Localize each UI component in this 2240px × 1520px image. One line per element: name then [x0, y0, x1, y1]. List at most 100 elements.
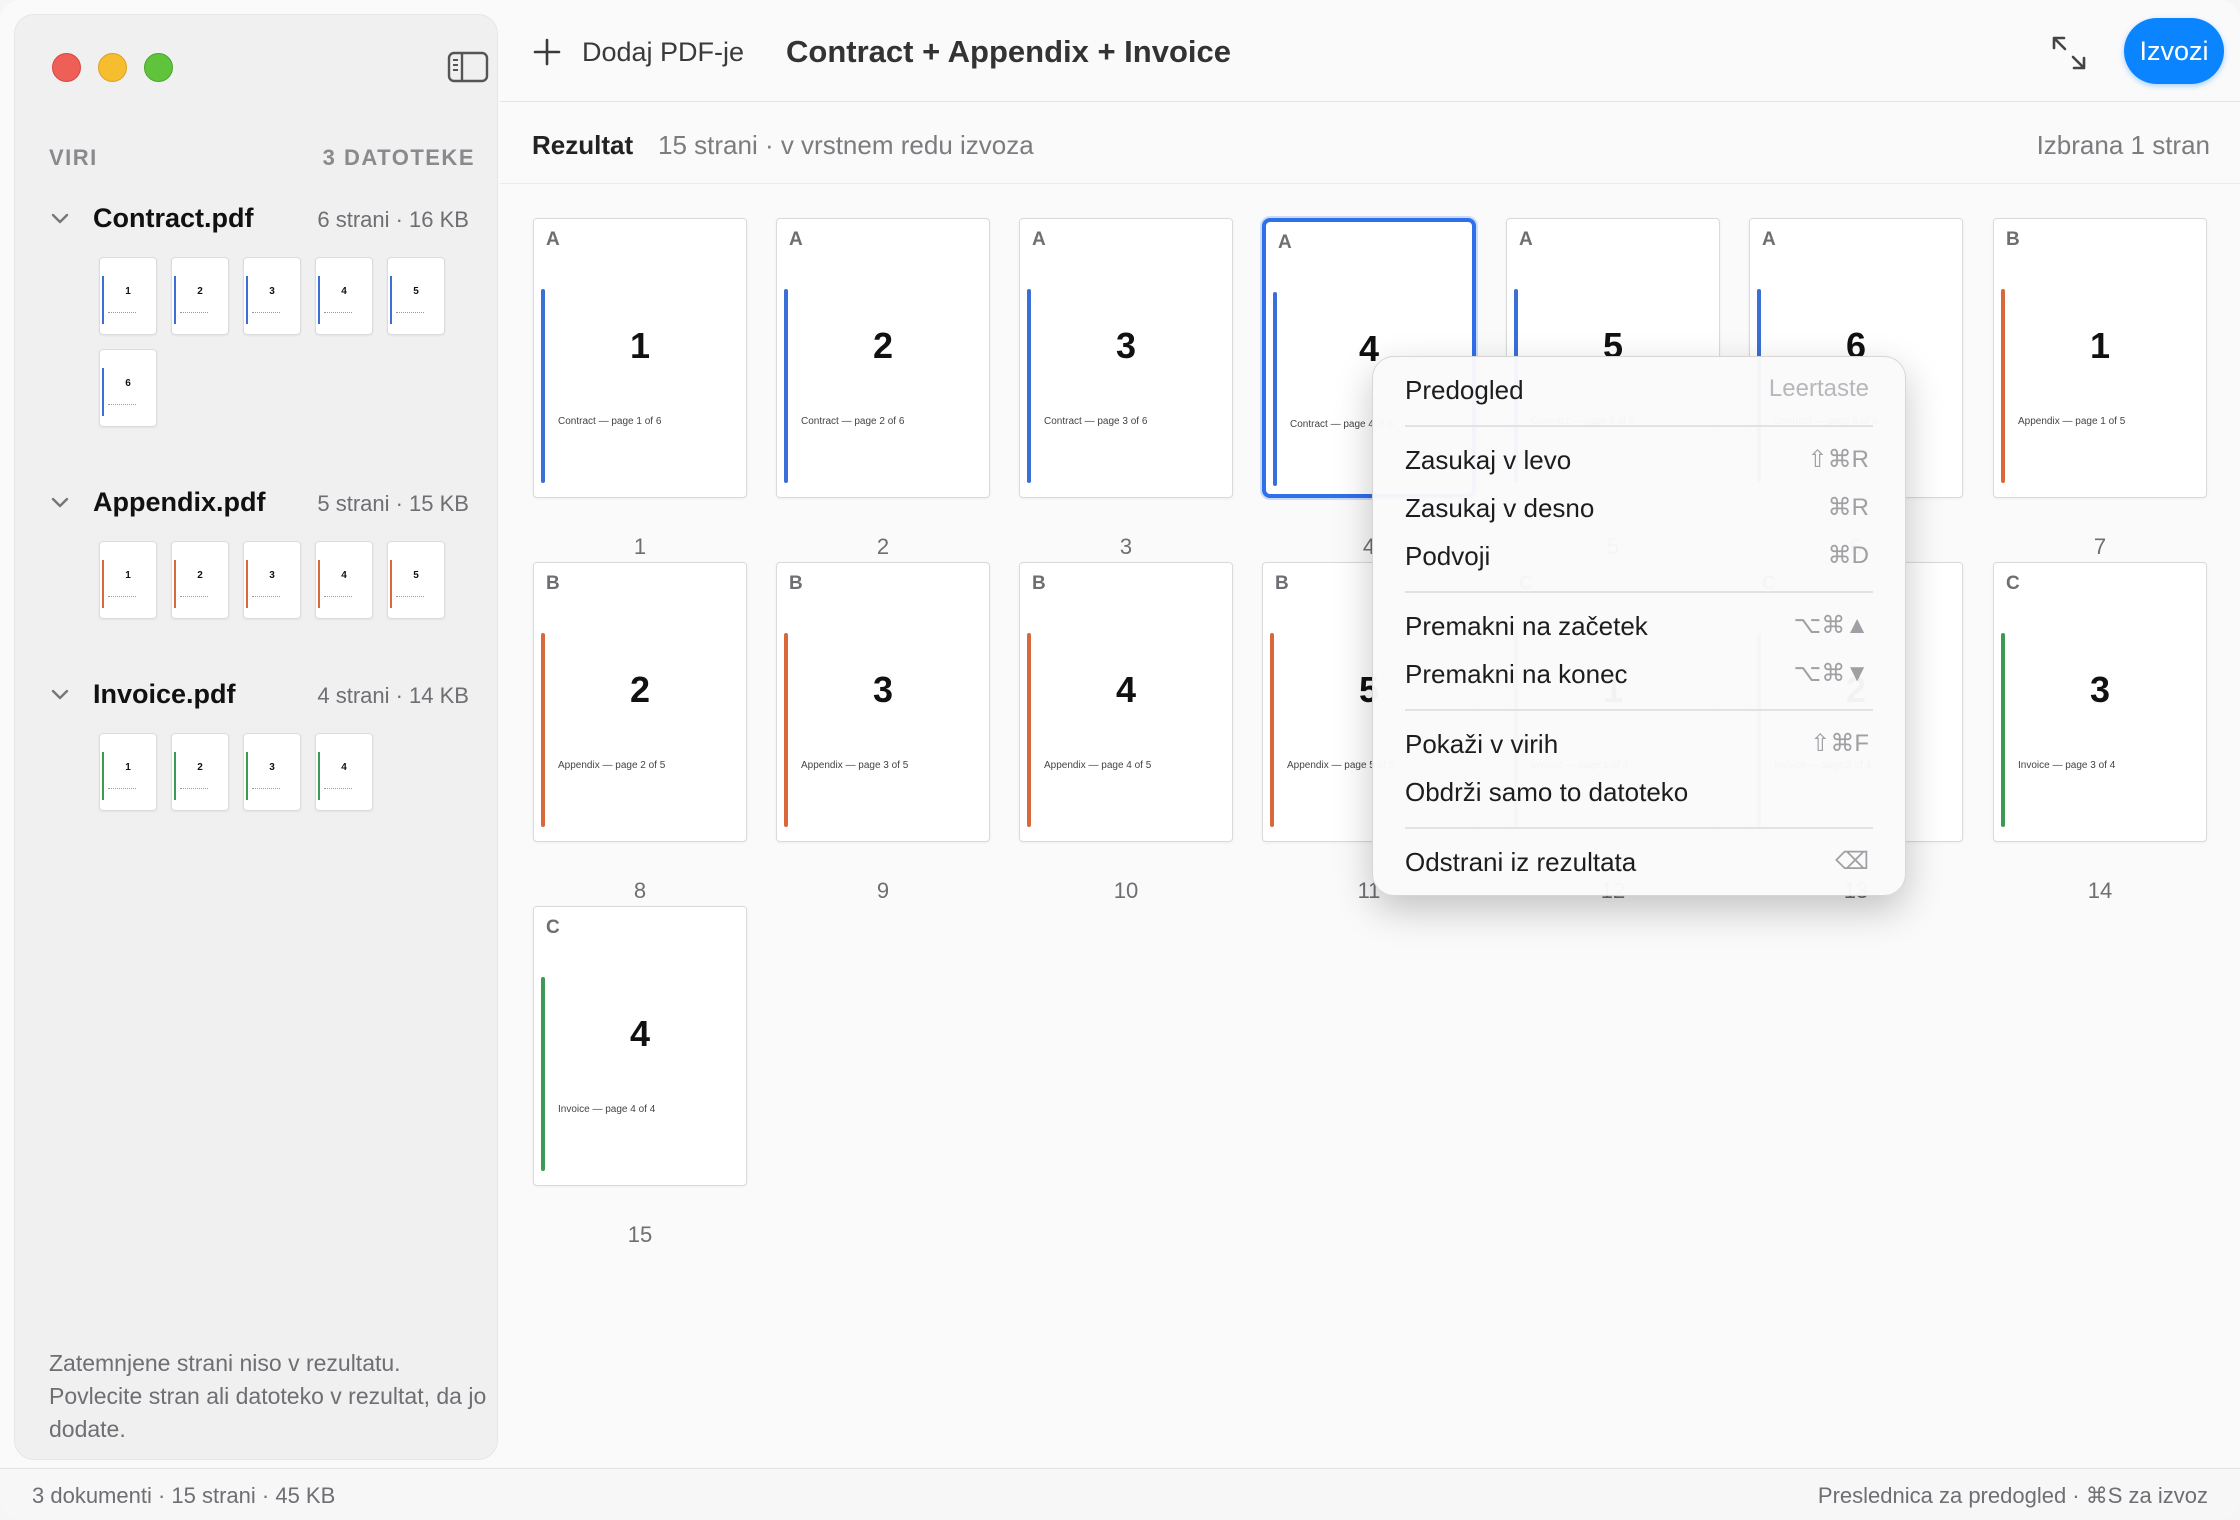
thumbnail-page-number: 4: [341, 762, 347, 773]
source-contract[interactable]: Contract.pdf 6 strani · 16 KB: [49, 199, 469, 239]
plus-icon: [533, 38, 561, 66]
source-color-bar: [102, 368, 104, 416]
add-pdfs-label: Dodaj PDF-je: [582, 36, 745, 67]
expand-icon[interactable]: [2050, 34, 2088, 72]
source-page-thumbnail[interactable]: 1: [99, 257, 157, 335]
result-header: Rezultat 15 strani · v vrstnem redu izvo…: [500, 104, 2240, 184]
menu-item-rotate-right[interactable]: Zasukaj v desno ⌘R: [1405, 489, 1869, 529]
source-page-thumbnail[interactable]: 3: [243, 257, 301, 335]
sidebar-hint: Zatemnjene strani niso v rezultatu. Povl…: [49, 1350, 487, 1442]
result-title: Rezultat: [532, 130, 634, 160]
menu-item-preview[interactable]: Predogled Leertaste: [1405, 371, 1869, 411]
sidebar-toggle-icon[interactable]: [447, 51, 489, 83]
shortcut: ⌥⌘▲: [1793, 612, 1869, 639]
source-color-bar: [1270, 633, 1274, 827]
sidebar: VIRI 3 DATOTEKE Contract.pdf 6 strani · …: [14, 14, 498, 1460]
source-page-thumbnail[interactable]: 3: [243, 541, 301, 619]
menu-item-rotate-left[interactable]: Zasukaj v levo ⇧⌘R: [1405, 441, 1869, 481]
source-page-thumbnail[interactable]: 1: [99, 541, 157, 619]
thumbnail-text-line: [324, 596, 352, 597]
minimize-window-button[interactable]: [98, 53, 127, 82]
result-page[interactable]: B 1 Appendix — page 1 of 5: [1993, 218, 2207, 498]
chevron-down-icon[interactable]: [49, 683, 71, 705]
shortcut: ⌘D: [1827, 542, 1869, 569]
source-appendix[interactable]: Appendix.pdf 5 strani · 15 KB: [49, 483, 469, 523]
menu-separator: [1405, 591, 1873, 593]
page-caption: Appendix — page 1 of 5: [2018, 416, 2126, 427]
sources-count: 3 DATOTEKE: [322, 145, 475, 170]
close-window-button[interactable]: [52, 53, 81, 82]
result-page[interactable]: A 2 Contract — page 2 of 6: [776, 218, 990, 498]
source-page-thumbnail[interactable]: 3: [243, 733, 301, 811]
status-bar: 3 dokumenti · 15 strani · 45 KB Presledn…: [0, 1468, 2240, 1520]
source-page-thumbnail[interactable]: 4: [315, 541, 373, 619]
result-page[interactable]: A 1 Contract — page 1 of 6: [533, 218, 747, 498]
chevron-down-icon[interactable]: [49, 491, 71, 513]
thumbnail-text-line: [324, 312, 352, 313]
thumbnail-page-number: 3: [269, 570, 275, 581]
source-letter: B: [1275, 573, 1289, 594]
result-position-label: 3: [1119, 534, 1133, 559]
result-page[interactable]: B 4 Appendix — page 4 of 5: [1019, 562, 1233, 842]
app-window: VIRI 3 DATOTEKE Contract.pdf 6 strani · …: [0, 0, 2240, 1520]
result-position-label: 1: [633, 534, 647, 559]
status-summary: 3 dokumenti · 15 strani · 45 KB: [32, 1483, 336, 1508]
source-page-thumbnail[interactable]: 4: [315, 733, 373, 811]
page-number: 3: [1115, 325, 1137, 366]
shortcut: Leertaste: [1768, 375, 1869, 402]
result-position-label: 7: [2093, 534, 2107, 559]
thumbnail-text-line: [180, 312, 208, 313]
source-page-thumbnail[interactable]: 2: [171, 257, 229, 335]
result-page[interactable]: B 3 Appendix — page 3 of 5: [776, 562, 990, 842]
thumbnail-page-number: 6: [125, 378, 131, 389]
source-color-bar: [1273, 292, 1277, 486]
export-button[interactable]: Izvozi: [2124, 18, 2224, 84]
thumbnail-text-line: [396, 312, 424, 313]
source-invoice[interactable]: Invoice.pdf 4 strani · 14 KB: [49, 675, 469, 715]
result-page[interactable]: C 4 Invoice — page 4 of 4: [533, 906, 747, 1186]
source-page-thumbnail[interactable]: 5: [387, 257, 445, 335]
thumbnail-page-number: 3: [269, 286, 275, 297]
thumbnail-text-line: [108, 404, 136, 405]
thumbnail-text-line: [252, 596, 280, 597]
source-color-bar: [174, 752, 176, 800]
zoom-window-button[interactable]: [144, 53, 173, 82]
source-color-bar: [318, 560, 320, 608]
source-color-bar: [390, 560, 392, 608]
source-page-thumbnail[interactable]: 2: [171, 733, 229, 811]
source-meta: 6 strani · 16 KB: [317, 207, 469, 232]
add-pdfs-button[interactable]: Dodaj PDF-je: [532, 30, 744, 74]
source-color-bar: [541, 977, 545, 1171]
page-number: 3: [2089, 669, 2111, 710]
page-number: 3: [872, 669, 894, 710]
source-color-bar: [174, 276, 176, 324]
source-color-bar: [246, 752, 248, 800]
menu-item-keep-only-this-file[interactable]: Obdrži samo to datoteko: [1405, 773, 1869, 813]
chevron-down-icon[interactable]: [49, 207, 71, 229]
source-letter: A: [1278, 232, 1292, 253]
source-color-bar: [1027, 633, 1031, 827]
result-position-label: 8: [633, 878, 647, 903]
menu-item-duplicate[interactable]: Podvoji ⌘D: [1405, 537, 1869, 577]
source-color-bar: [102, 560, 104, 608]
menu-item-remove-from-result[interactable]: Odstrani iz rezultata ⌫: [1405, 843, 1869, 883]
source-page-thumbnail[interactable]: 1: [99, 733, 157, 811]
source-color-bar: [2001, 633, 2005, 827]
page-number: 4: [1115, 669, 1137, 710]
menu-item-move-to-end[interactable]: Premakni na konec ⌥⌘▼: [1405, 655, 1869, 695]
menu-item-move-to-start[interactable]: Premakni na začetek ⌥⌘▲: [1405, 607, 1869, 647]
source-page-thumbnail[interactable]: 6: [99, 349, 157, 427]
page-caption: Invoice — page 4 of 4: [558, 1104, 656, 1115]
menu-item-show-in-sources[interactable]: Pokaži v virih ⇧⌘F: [1405, 725, 1869, 765]
source-page-thumbnail[interactable]: 5: [387, 541, 445, 619]
source-page-thumbnail[interactable]: 2: [171, 541, 229, 619]
result-page[interactable]: B 2 Appendix — page 2 of 5: [533, 562, 747, 842]
source-letter: A: [789, 229, 803, 250]
source-letter: A: [546, 229, 560, 250]
result-page[interactable]: C 3 Invoice — page 3 of 4: [1993, 562, 2207, 842]
thumbnail-page-number: 4: [341, 286, 347, 297]
result-page[interactable]: A 3 Contract — page 3 of 6: [1019, 218, 1233, 498]
source-color-bar: [1027, 289, 1031, 483]
thumbnail-text-line: [180, 788, 208, 789]
source-page-thumbnail[interactable]: 4: [315, 257, 373, 335]
